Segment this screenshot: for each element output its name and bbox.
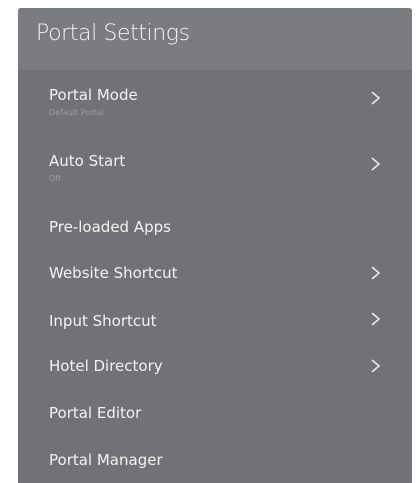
menu-item-label: Portal Mode xyxy=(49,86,138,104)
menu-item-input-shortcut[interactable]: Input Shortcut xyxy=(18,308,412,354)
menu-item-portal-manager[interactable]: Portal Manager xyxy=(18,447,412,483)
menu-item-auto-start[interactable]: Auto Start Off xyxy=(18,150,412,196)
menu-item-hotel-directory[interactable]: Hotel Directory xyxy=(18,353,412,399)
portal-settings-panel: Portal Settings Portal Mode Default Port… xyxy=(18,8,412,483)
chevron-right-icon xyxy=(371,312,381,326)
panel-header: Portal Settings xyxy=(18,8,412,70)
page-title: Portal Settings xyxy=(36,21,190,46)
chevron-right-icon xyxy=(371,157,381,171)
menu-item-label: Portal Editor xyxy=(49,404,142,422)
menu-item-label: Input Shortcut xyxy=(49,312,157,330)
chevron-right-icon xyxy=(371,91,381,105)
menu-item-value: Default Portal xyxy=(49,108,104,117)
menu-item-website-shortcut[interactable]: Website Shortcut xyxy=(18,260,412,306)
menu-item-portal-mode[interactable]: Portal Mode Default Portal xyxy=(18,84,412,130)
menu-item-label: Website Shortcut xyxy=(49,264,178,282)
menu-item-pre-loaded-apps[interactable]: Pre-loaded Apps xyxy=(18,214,412,260)
menu-item-label: Pre-loaded Apps xyxy=(49,218,171,236)
chevron-right-icon xyxy=(371,266,381,280)
menu-item-label: Hotel Directory xyxy=(49,357,163,375)
menu-item-label: Portal Manager xyxy=(49,451,163,469)
menu-item-label: Auto Start xyxy=(49,152,126,170)
chevron-right-icon xyxy=(371,359,381,373)
menu-item-portal-editor[interactable]: Portal Editor xyxy=(18,400,412,446)
menu-item-value: Off xyxy=(49,174,61,183)
